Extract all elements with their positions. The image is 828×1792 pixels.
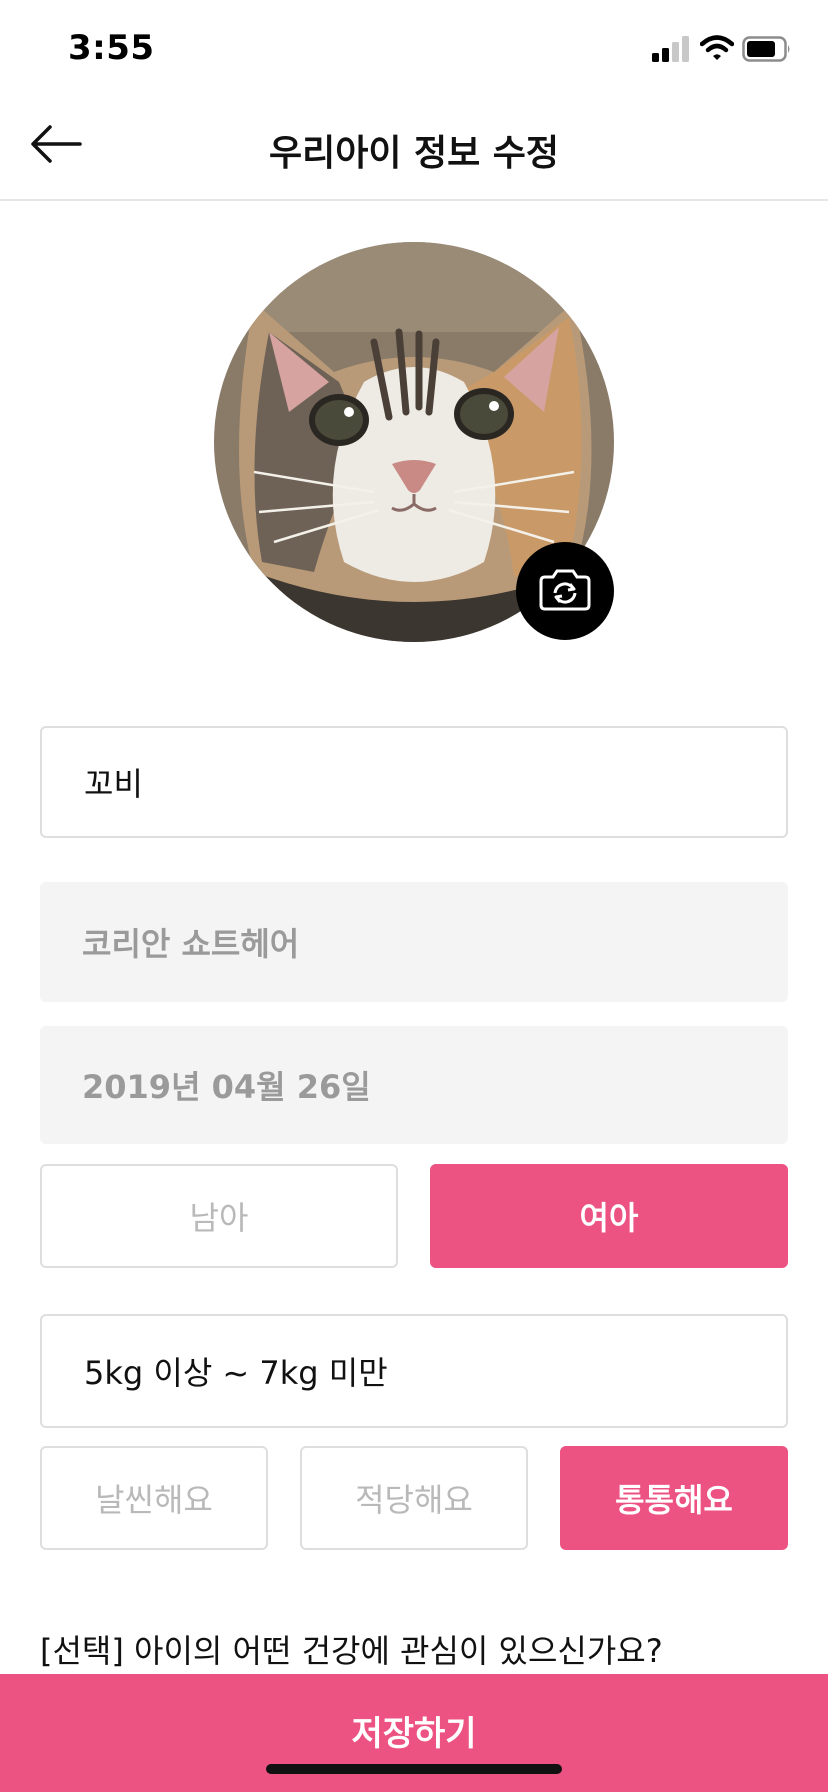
save-button-label: 저장하기: [351, 1714, 477, 1754]
battery-icon: [742, 36, 790, 62]
body-type-slim-button[interactable]: 날씬해요: [40, 1446, 268, 1550]
pet-name-value: 꼬비: [84, 765, 143, 803]
breed-field[interactable]: 코리안 쇼트헤어: [40, 882, 788, 1002]
gender-male-button[interactable]: 남아: [40, 1164, 398, 1268]
change-photo-button[interactable]: [516, 542, 614, 640]
body-type-normal-label: 적당해요: [355, 1481, 473, 1519]
gender-female-button[interactable]: 여아: [430, 1164, 788, 1268]
header-divider: [0, 199, 828, 201]
gender-female-label: 여아: [579, 1199, 639, 1237]
home-indicator: [266, 1764, 562, 1774]
camera-rotate-icon: [539, 569, 591, 611]
pet-name-field[interactable]: 꼬비: [40, 726, 788, 838]
body-type-normal-button[interactable]: 적당해요: [300, 1446, 528, 1550]
body-type-chubby-button[interactable]: 통통해요: [560, 1446, 788, 1550]
body-type-slim-label: 날씬해요: [95, 1481, 213, 1519]
cellular-signal-icon: [652, 36, 689, 62]
weight-field[interactable]: 5kg 이상 ~ 7kg 미만: [40, 1314, 788, 1428]
weight-value: 5kg 이상 ~ 7kg 미만: [84, 1354, 388, 1392]
birthdate-value: 2019년 04월 26일: [82, 1068, 371, 1106]
status-time: 3:55: [68, 28, 155, 68]
birthdate-field[interactable]: 2019년 04월 26일: [40, 1026, 788, 1144]
gender-male-label: 남아: [189, 1199, 249, 1237]
body-type-chubby-label: 통통해요: [615, 1481, 733, 1519]
breed-value: 코리안 쇼트헤어: [82, 925, 300, 963]
page-title: 우리아이 정보 수정: [268, 133, 560, 174]
wifi-icon: [700, 35, 734, 60]
health-interest-question: [선택] 아이의 어떤 건강에 관심이 있으신가요?: [40, 1632, 663, 1670]
